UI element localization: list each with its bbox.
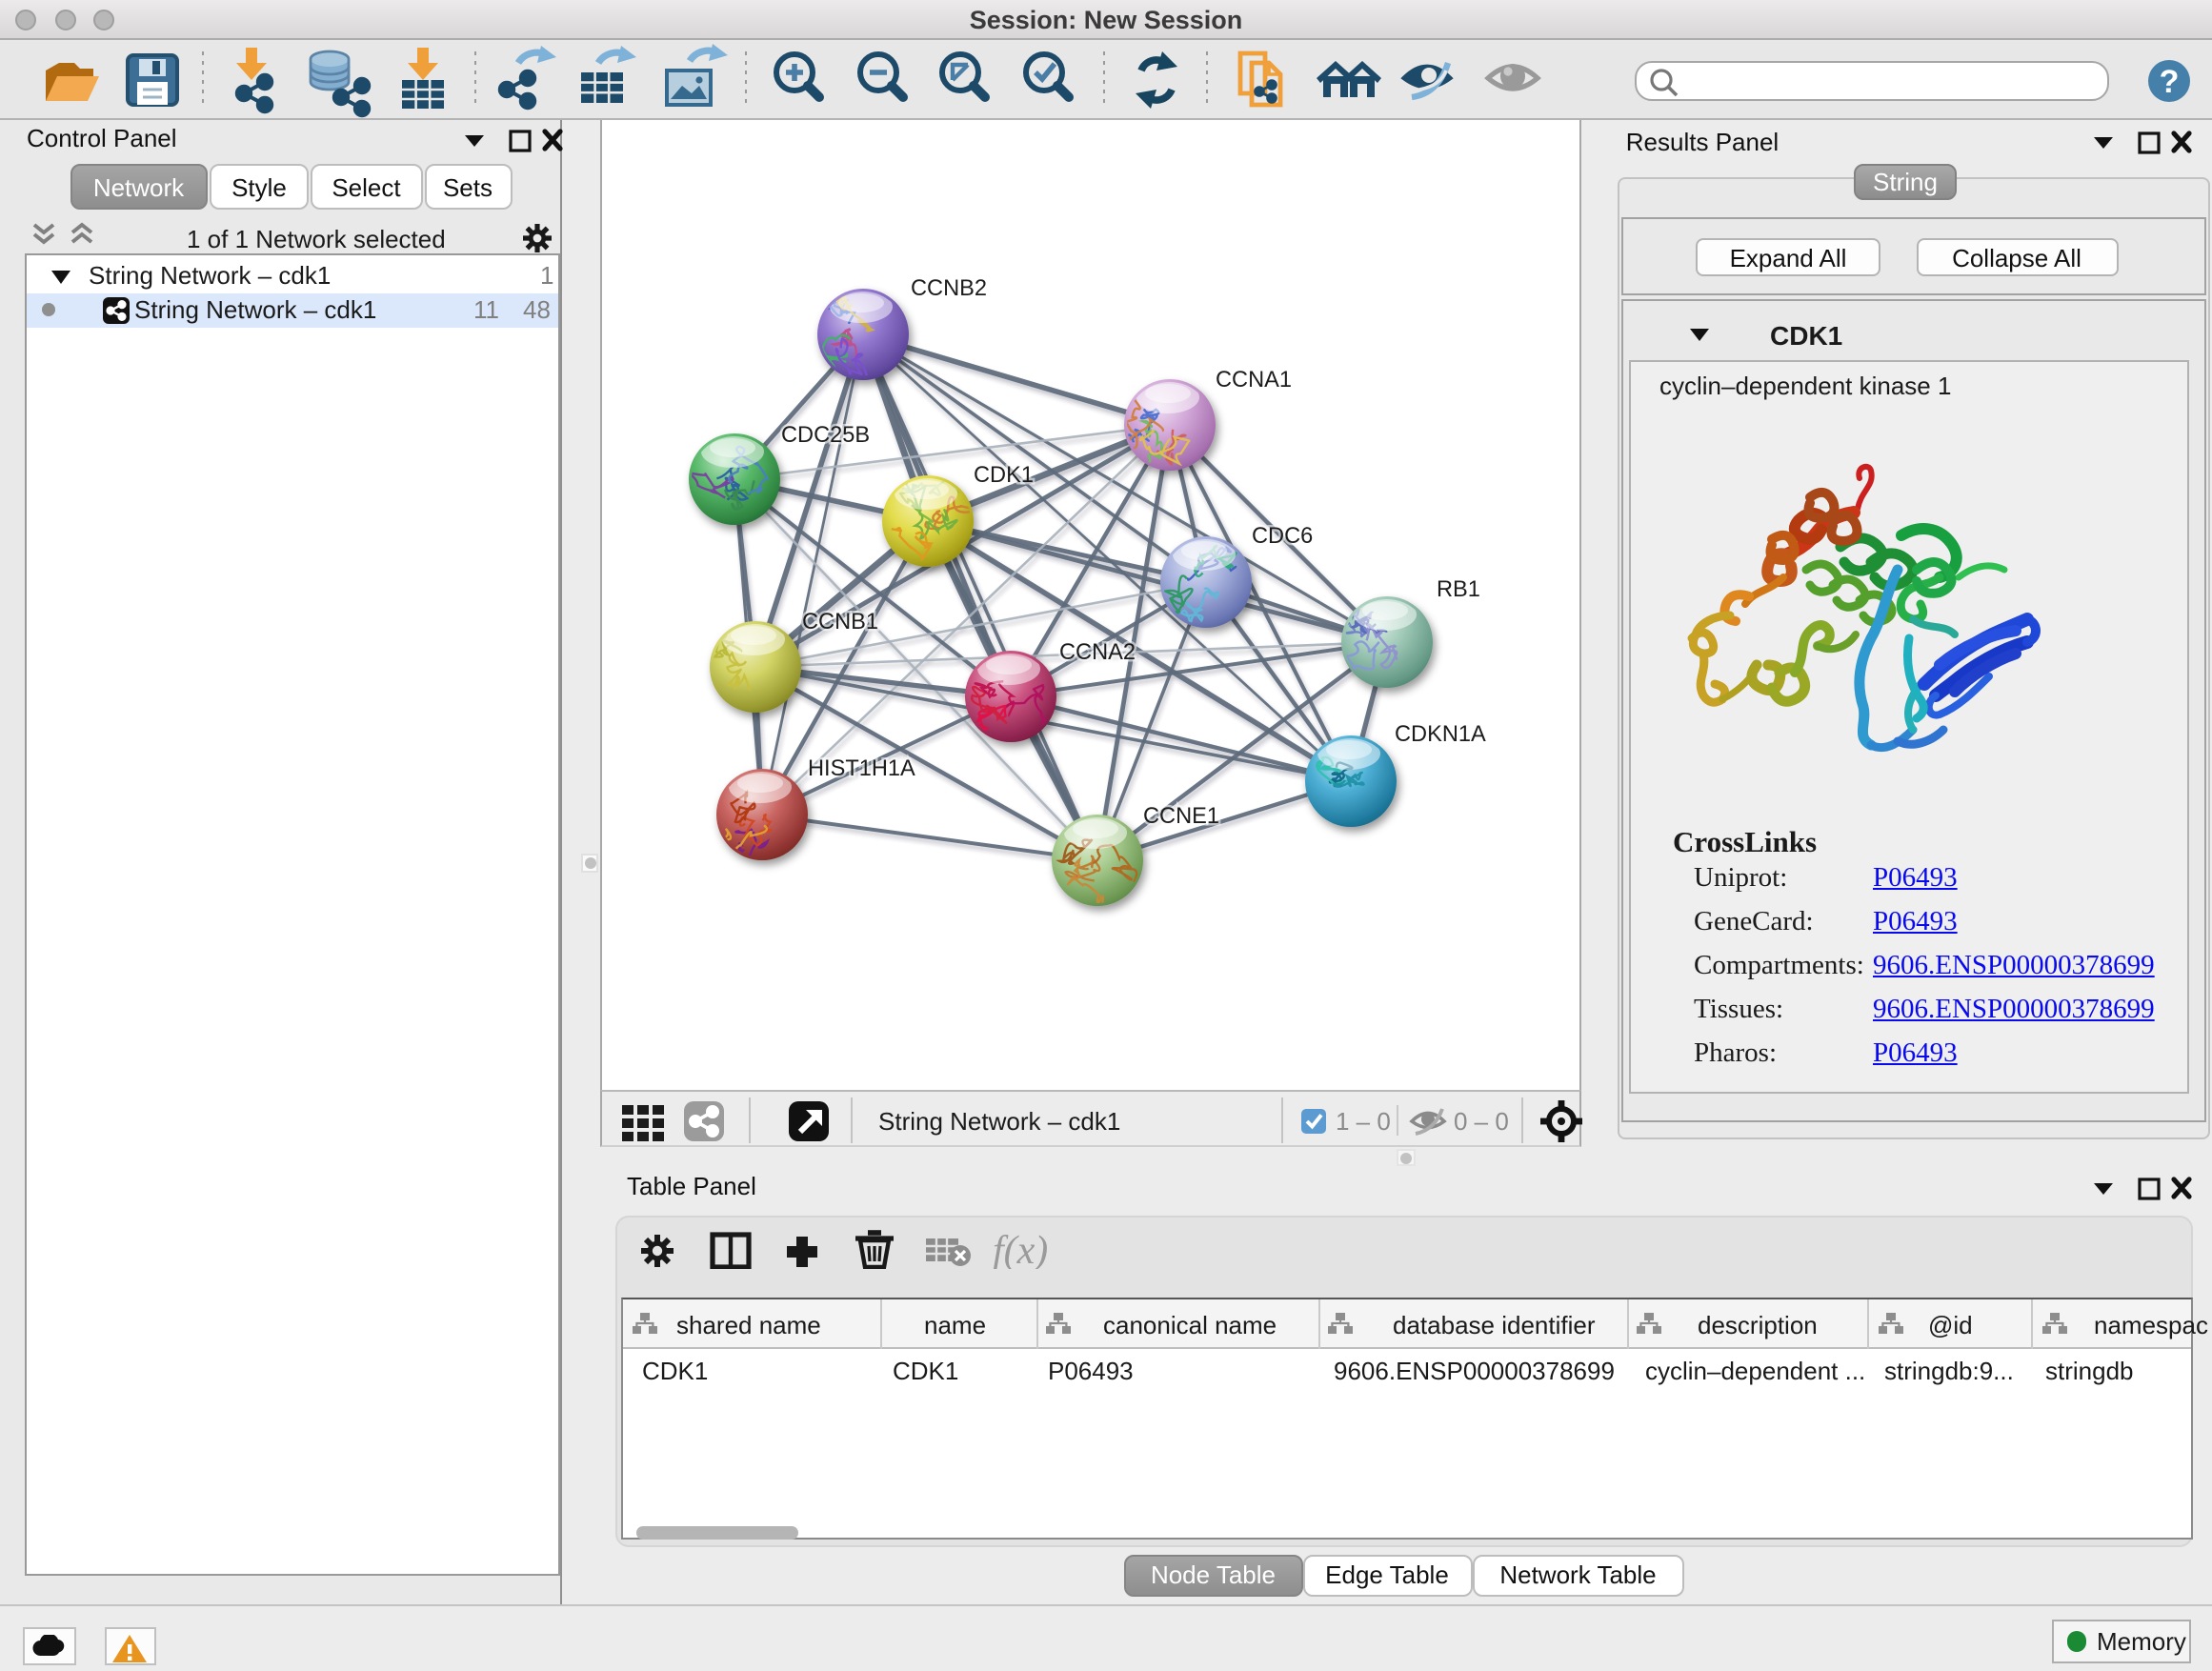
svg-text:CCNB1: CCNB1 (802, 610, 878, 634)
svg-text:HIST1H1A: HIST1H1A (808, 756, 915, 781)
svg-text:1 – 0: 1 – 0 (1336, 1107, 1391, 1136)
svg-text:CCNE1: CCNE1 (1143, 804, 1219, 829)
svg-text:CCNA1: CCNA1 (1216, 368, 1292, 393)
svg-text:RB1: RB1 (1437, 577, 1480, 602)
svg-text:?: ? (2160, 64, 2180, 100)
svg-text:CCNB2: CCNB2 (911, 276, 987, 301)
svg-text:String Network – cdk1: String Network – cdk1 (878, 1107, 1120, 1136)
svg-text:CCNA2: CCNA2 (1059, 640, 1136, 665)
svg-text:f(x): f(x) (993, 1229, 1048, 1269)
svg-text:CDKN1A: CDKN1A (1395, 722, 1486, 747)
svg-text:CDC6: CDC6 (1252, 524, 1313, 549)
svg-text:0 – 0: 0 – 0 (1454, 1107, 1509, 1136)
svg-text:CDC25B: CDC25B (781, 423, 870, 448)
svg-text:CDK1: CDK1 (974, 463, 1034, 488)
